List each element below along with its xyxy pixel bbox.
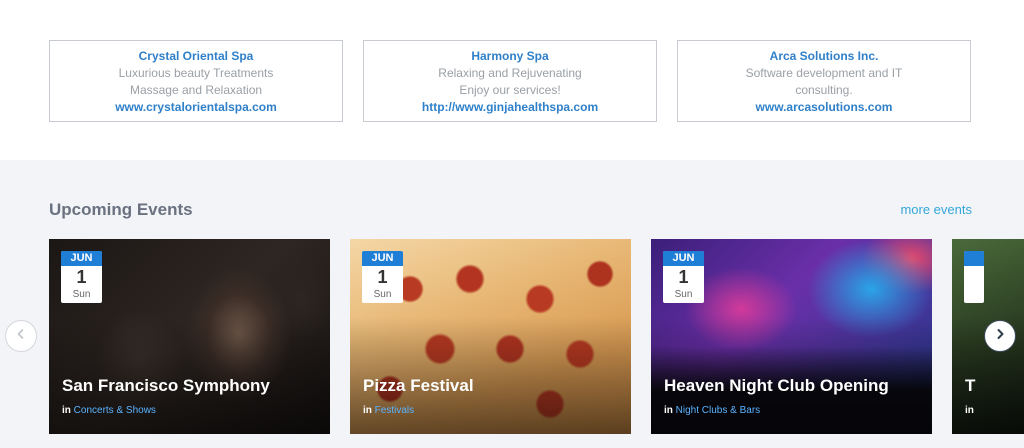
carousel-next-button[interactable] [984, 320, 1016, 352]
date-day: 1 [377, 267, 388, 287]
ad-title[interactable]: Arca Solutions Inc. [678, 48, 970, 65]
ad-link[interactable]: www.arcasolutions.com [678, 99, 970, 116]
ad-title[interactable]: Crystal Oriental Spa [50, 48, 342, 65]
more-events-link[interactable]: more events [900, 202, 972, 217]
ad-description: Software development and IT [745, 66, 903, 80]
ad-description: Relaxing and Rejuvenating [438, 66, 582, 80]
ad-card[interactable]: Crystal Oriental Spa Luxurious beauty Tr… [49, 40, 343, 122]
ad-link[interactable]: http://www.ginjahealthspa.com [364, 99, 656, 116]
date-badge: JUN 1 Sun [61, 251, 102, 303]
in-label: in [62, 405, 71, 416]
ad-description: Luxurious beauty Treatments [118, 66, 274, 80]
event-category-link[interactable]: Night Clubs & Bars [676, 405, 760, 416]
ad-card[interactable]: Harmony Spa Relaxing and Rejuvenating En… [363, 40, 657, 122]
event-card[interactable]: JUN 1 Sun Pizza Festival in Festivals [350, 239, 631, 434]
date-day: 1 [678, 267, 689, 287]
date-month: JUN [663, 251, 704, 266]
chevron-right-icon [994, 327, 1006, 345]
event-card[interactable]: JUN 1 Sun San Francisco Symphony in Conc… [49, 239, 330, 434]
event-title[interactable]: San Francisco Symphony [62, 376, 270, 396]
date-badge: JUN 1 Sun [663, 251, 704, 303]
date-month [964, 251, 984, 266]
date-month: JUN [61, 251, 102, 266]
event-category-link[interactable]: Festivals [375, 405, 414, 416]
ad-link[interactable]: www.crystalorientalspa.com [50, 99, 342, 116]
chevron-left-icon [15, 327, 27, 345]
date-badge [964, 251, 984, 303]
sponsored-listings: Crystal Oriental Spa Luxurious beauty Tr… [0, 0, 1024, 160]
date-day: 1 [76, 267, 87, 287]
event-category-line: in Concerts & Shows [62, 405, 156, 416]
event-category-link[interactable]: Concerts & Shows [74, 405, 156, 416]
event-title[interactable]: Pizza Festival [363, 376, 474, 396]
ad-card[interactable]: Arca Solutions Inc. Software development… [677, 40, 971, 122]
date-weekday: Sun [72, 289, 91, 300]
event-category-line: in [965, 405, 974, 416]
carousel-prev-button[interactable] [5, 320, 37, 352]
date-weekday: Sun [674, 289, 693, 300]
event-category-line: in Night Clubs & Bars [664, 405, 760, 416]
in-label: in [664, 405, 673, 416]
date-month: JUN [362, 251, 403, 266]
ad-description: Massage and Relaxation [129, 83, 263, 97]
in-label: in [363, 405, 372, 416]
event-card[interactable]: JUN 1 Sun Heaven Night Club Opening in N… [651, 239, 932, 434]
ad-title[interactable]: Harmony Spa [364, 48, 656, 65]
date-badge: JUN 1 Sun [362, 251, 403, 303]
event-title[interactable]: T [965, 376, 975, 396]
event-category-line: in Festivals [363, 405, 414, 416]
event-title[interactable]: Heaven Night Club Opening [664, 376, 889, 396]
ad-description: consulting. [795, 83, 853, 97]
section-title: Upcoming Events [49, 200, 193, 219]
date-weekday: Sun [373, 289, 392, 300]
ad-description: Enjoy our services! [459, 83, 561, 97]
in-label: in [965, 405, 974, 416]
